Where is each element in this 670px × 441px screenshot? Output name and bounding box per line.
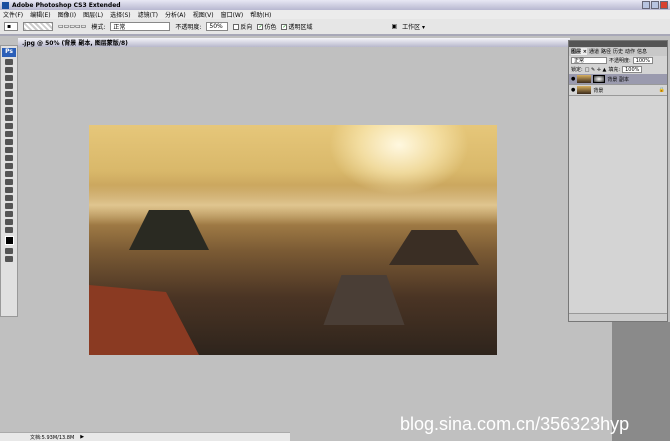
photoshop-icon: [2, 2, 9, 9]
document-canvas[interactable]: [89, 125, 497, 355]
menu-window[interactable]: 窗口(W): [221, 10, 244, 19]
hand-tool-icon[interactable]: [5, 219, 13, 225]
layer-row[interactable]: ● 背景 🔒: [569, 85, 667, 96]
minimize-button[interactable]: [642, 1, 650, 9]
lock-icons[interactable]: □ ✎ ✛ ▲: [585, 67, 607, 73]
temple-roof: [389, 230, 479, 265]
gradient-picker[interactable]: [23, 22, 53, 31]
tab-paths[interactable]: 路径: [601, 48, 611, 55]
layer-opacity-input[interactable]: 100%: [633, 57, 653, 64]
shape-tool-icon[interactable]: [5, 195, 13, 201]
zoom-tool-icon[interactable]: [5, 227, 13, 233]
transparency-checkbox[interactable]: ✓透明区域: [281, 22, 312, 31]
tab-history[interactable]: 历史: [613, 48, 623, 55]
lasso-tool-icon[interactable]: [5, 75, 13, 81]
eyedropper-tool-icon[interactable]: [5, 99, 13, 105]
tab-info[interactable]: 信息: [637, 48, 647, 55]
opacity-input[interactable]: 50%: [206, 22, 228, 31]
mode-label: 模式:: [91, 22, 105, 31]
tab-layers[interactable]: 图层 ×: [571, 48, 587, 55]
fill-label: 填充:: [608, 66, 620, 73]
layer-opacity-label: 不透明度:: [609, 57, 631, 64]
gradient-tool-icon[interactable]: [5, 147, 13, 153]
ps-logo: Ps: [2, 48, 16, 57]
reverse-checkbox[interactable]: 反向: [233, 22, 252, 31]
menu-analysis[interactable]: 分析(A): [165, 10, 186, 19]
layer-thumbnail: [577, 86, 591, 94]
options-bar: ▪ ▭▭▭▭▭ 模式: 正常 不透明度: 50% 反向 ✓仿色 ✓透明区域 ▣ …: [0, 19, 670, 36]
status-menu-arrow[interactable]: ▶: [80, 434, 84, 440]
path-select-tool-icon[interactable]: [5, 187, 13, 193]
eraser-tool-icon[interactable]: [5, 139, 13, 145]
mode-select[interactable]: 正常: [110, 22, 170, 31]
move-tool-icon[interactable]: [5, 59, 13, 65]
temple-roof: [319, 275, 409, 325]
history-brush-tool-icon[interactable]: [5, 131, 13, 137]
brush-tool-icon[interactable]: [5, 115, 13, 121]
maximize-button[interactable]: [651, 1, 659, 9]
document-title: .jpg @ 50% (背景 副本, 图层蒙版/8): [18, 38, 570, 47]
eyedropper-3d-tool-icon[interactable]: [5, 211, 13, 217]
tab-channels[interactable]: 通道: [589, 48, 599, 55]
layer-name: 背景 副本: [607, 76, 629, 83]
bridge-icon[interactable]: ▣: [391, 23, 397, 30]
healing-tool-icon[interactable]: [5, 107, 13, 113]
fill-input[interactable]: 100%: [622, 66, 642, 73]
color-swatch[interactable]: [5, 236, 14, 245]
temple-roof: [89, 285, 199, 355]
menu-filter[interactable]: 滤镜(T): [138, 10, 158, 19]
menu-select[interactable]: 选择(S): [110, 10, 131, 19]
dither-checkbox[interactable]: ✓仿色: [257, 22, 276, 31]
layers-panel: 图层 × 通道 路径 历史 动作 信息 正常 不透明度: 100% 锁定: □ …: [568, 40, 668, 322]
opacity-label: 不透明度:: [175, 22, 201, 31]
layers-panel-footer-buttons[interactable]: [569, 313, 667, 321]
layer-mask-thumbnail[interactable]: [593, 75, 605, 83]
eye-icon[interactable]: ●: [571, 87, 575, 93]
menu-layer[interactable]: 图层(L): [83, 10, 103, 19]
reverse-label: 反向: [240, 22, 252, 31]
tab-actions[interactable]: 动作: [625, 48, 635, 55]
menu-bar: 文件(F) 编辑(E) 图像(I) 图层(L) 选择(S) 滤镜(T) 分析(A…: [0, 10, 670, 19]
magic-wand-tool-icon[interactable]: [5, 83, 13, 89]
layer-row[interactable]: ● 背景 副本: [569, 74, 667, 85]
eye-icon[interactable]: ●: [571, 76, 575, 82]
workspace-button[interactable]: 工作区 ▾: [402, 22, 425, 31]
dither-label: 仿色: [264, 22, 276, 31]
lock-icon: 🔒: [659, 87, 665, 93]
gradient-tool-preset[interactable]: ▪: [4, 22, 18, 31]
menu-help[interactable]: 帮助(H): [250, 10, 271, 19]
gradient-type-buttons[interactable]: ▭▭▭▭▭: [58, 23, 86, 30]
menu-file[interactable]: 文件(F): [3, 10, 23, 19]
layer-thumbnail: [577, 75, 591, 83]
dodge-tool-icon[interactable]: [5, 163, 13, 169]
quick-mask-icon[interactable]: [5, 248, 13, 254]
crop-tool-icon[interactable]: [5, 91, 13, 97]
transparency-label: 透明区域: [288, 22, 312, 31]
title-bar: Adobe Photoshop CS3 Extended: [0, 0, 670, 10]
menu-view[interactable]: 视图(V): [193, 10, 214, 19]
close-button[interactable]: [660, 1, 668, 9]
notes-tool-icon[interactable]: [5, 203, 13, 209]
blend-mode-select[interactable]: 正常: [571, 57, 607, 64]
layer-name: 背景: [593, 87, 603, 94]
stamp-tool-icon[interactable]: [5, 123, 13, 129]
menu-edit[interactable]: 编辑(E): [30, 10, 50, 19]
watermark: blog.sina.com.cn/356323hyp: [400, 414, 629, 435]
screen-mode-icon[interactable]: [5, 256, 13, 262]
status-bar: 文档:5.93M/13.8M ▶: [0, 432, 290, 441]
menu-image[interactable]: 图像(I): [58, 10, 76, 19]
type-tool-icon[interactable]: [5, 179, 13, 185]
marquee-tool-icon[interactable]: [5, 67, 13, 73]
app-title: Adobe Photoshop CS3 Extended: [12, 2, 121, 9]
lock-label: 锁定:: [571, 66, 583, 73]
blur-tool-icon[interactable]: [5, 155, 13, 161]
toolbox: Ps: [0, 45, 18, 317]
pen-tool-icon[interactable]: [5, 171, 13, 177]
doc-size-status: 文档:5.93M/13.8M: [30, 434, 74, 441]
